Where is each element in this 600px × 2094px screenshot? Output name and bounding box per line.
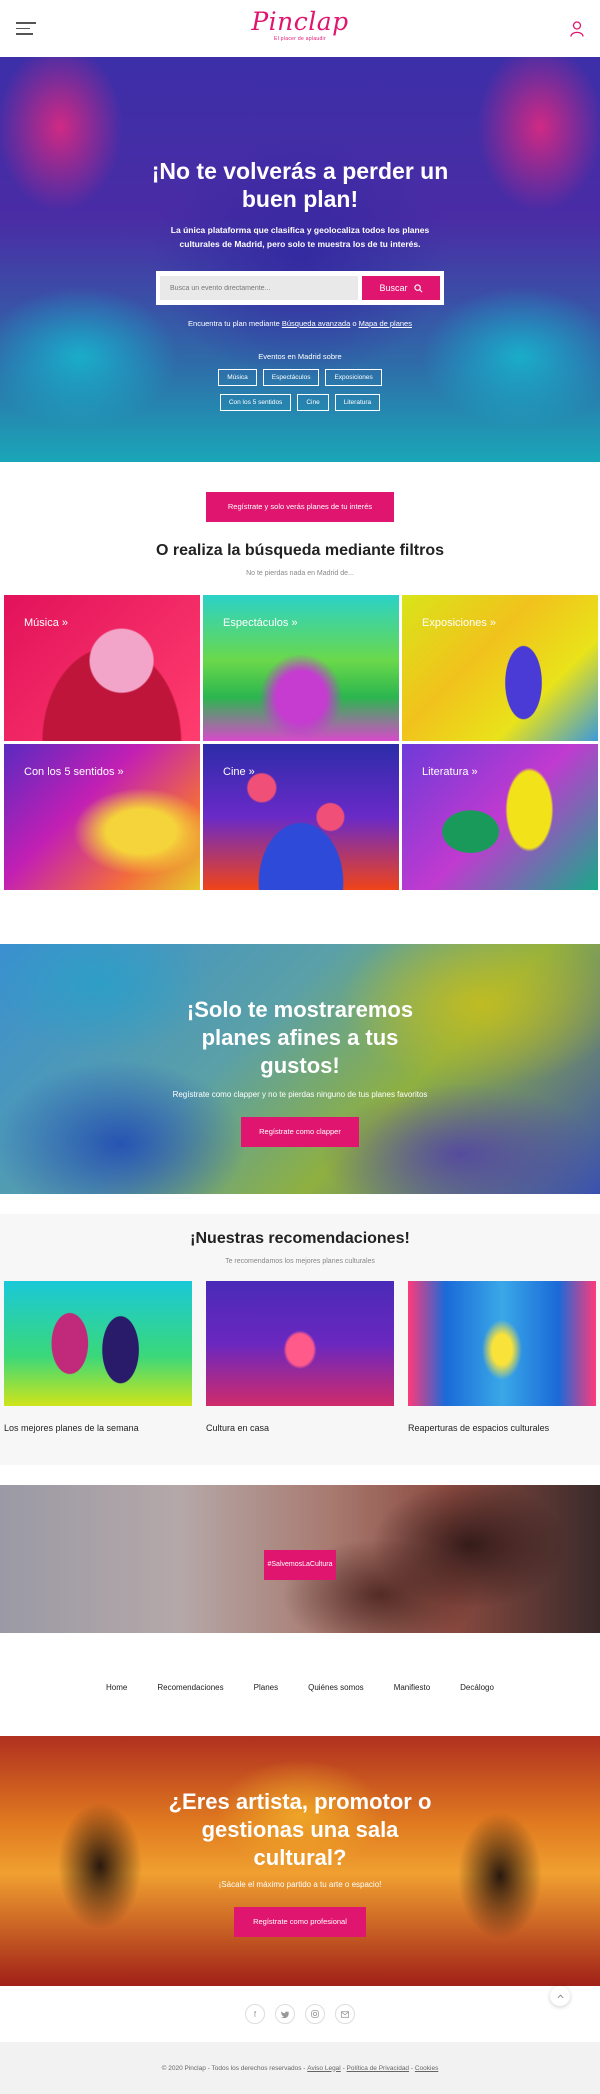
register-clapper-button[interactable]: Regístrate como clapper: [241, 1117, 359, 1147]
register-cta-wrap: Regístrate y solo verás planes de tu int…: [0, 462, 600, 522]
rec-card[interactable]: Cultura en casa: [206, 1281, 394, 1433]
tile-musica[interactable]: Música »: [4, 595, 200, 741]
hero-subtitle: La única plataforma que clasifica y geol…: [170, 225, 430, 249]
search-button[interactable]: Buscar: [362, 276, 440, 300]
tile-label: Con los 5 sentidos »: [24, 766, 124, 778]
search-button-label: Buscar: [379, 283, 408, 293]
rec-card[interactable]: Los mejores planes de la semana: [4, 1281, 192, 1433]
category-chips-row-2: Con los 5 sentidos Cine Literatura: [0, 394, 600, 411]
chip-cine[interactable]: Cine: [297, 394, 329, 411]
events-label: Eventos en Madrid sobre: [258, 352, 342, 361]
footer-nav-home[interactable]: Home: [106, 1683, 127, 1692]
chip-literatura[interactable]: Literatura: [334, 394, 381, 411]
recs-grid: Los mejores planes de la semana Cultura …: [0, 1281, 600, 1433]
rec-image: [408, 1281, 596, 1406]
logo-wordmark: Pinclap: [251, 7, 349, 36]
copyright-text: © 2020 Pinclap - Todos los derechos rese…: [161, 2064, 306, 2072]
chevron-up-icon[interactable]: [550, 1986, 570, 2006]
find-prefix: Encuentra tu plan mediante: [188, 319, 280, 328]
salvemos-button[interactable]: #SalvemosLaCultura: [264, 1550, 336, 1580]
menu-icon[interactable]: [16, 22, 36, 35]
chip-musica[interactable]: Música: [218, 369, 257, 386]
artist-section: ¿Eres artista, promotor o gestionas una …: [0, 1736, 600, 1986]
artist-subtitle: ¡Sácale el máximo partido a tu arte o es…: [218, 1880, 382, 1889]
promo-section: ¡Solo te mostraremos planes afines a tus…: [0, 944, 600, 1194]
privacy-link[interactable]: Política de Privacidad: [347, 2065, 410, 2072]
chip-exposiciones[interactable]: Exposiciones: [325, 369, 382, 386]
tile-exposiciones[interactable]: Exposiciones »: [402, 595, 598, 741]
search-icon: [413, 283, 422, 292]
filters-title: O realiza la búsqueda mediante filtros: [155, 542, 445, 559]
advanced-search-link[interactable]: Búsqueda avanzada: [282, 319, 350, 328]
site-header: Pinclap El placer de aplaudir: [0, 0, 600, 57]
tile-literatura[interactable]: Literatura »: [402, 744, 598, 890]
hero-find-line: Encuentra tu plan mediante Búsqueda avan…: [0, 319, 600, 328]
filters-subtitle: No te pierdas nada en Madrid de...: [246, 570, 354, 577]
hero-title: ¡No te volverás a perder un buen plan!: [151, 158, 449, 212]
salvemos-section: #SalvemosLaCultura: [0, 1485, 600, 1633]
footer-nav-recomendaciones[interactable]: Recomendaciones: [157, 1683, 223, 1692]
tile-label: Música »: [24, 617, 69, 629]
register-button[interactable]: Regístrate y solo verás planes de tu int…: [206, 492, 394, 522]
hero-section: ¡No te volverás a perder un buen plan! L…: [0, 57, 600, 462]
tile-label: Espectáculos »: [223, 617, 298, 629]
promo-title: ¡Solo te mostraremos planes afines a tus…: [186, 997, 414, 1078]
copyright-sep: -: [342, 2064, 345, 2072]
rec-image: [4, 1281, 192, 1406]
social-bar: f: [0, 1986, 600, 2042]
recommendations-section: ¡Nuestras recomendaciones! Te recomendam…: [0, 1214, 600, 1465]
footer-nav-manifiesto[interactable]: Manifiesto: [394, 1683, 430, 1692]
copyright-sep: -: [410, 2064, 414, 2072]
footer-nav-decalogo[interactable]: Decálogo: [460, 1683, 494, 1692]
rec-image: [206, 1281, 394, 1406]
recs-title: ¡Nuestras recomendaciones!: [190, 1230, 410, 1247]
category-chips-row-1: Música Espectáculos Exposiciones: [0, 369, 600, 386]
footer-nav-planes[interactable]: Planes: [254, 1683, 278, 1692]
footer-nav-quienes-somos[interactable]: Quiénes somos: [308, 1683, 364, 1692]
register-professional-button[interactable]: Regístrate como profesional: [234, 1907, 366, 1937]
user-icon[interactable]: [570, 20, 584, 37]
rec-card[interactable]: Reaperturas de espacios culturales: [408, 1281, 596, 1433]
email-icon[interactable]: [335, 2004, 355, 2024]
map-link[interactable]: Mapa de planes: [359, 319, 412, 328]
search-bar: Buscar: [156, 271, 444, 305]
promo-subtitle: Regístrate como clapper y no te pierdas …: [172, 1090, 428, 1099]
tile-cine[interactable]: Cine »: [203, 744, 399, 890]
rec-title: Reaperturas de espacios culturales: [408, 1423, 550, 1433]
cookies-link[interactable]: Cookies: [415, 2065, 438, 2072]
facebook-icon[interactable]: f: [245, 2004, 265, 2024]
footer-nav: Home Recomendaciones Planes Quiénes somo…: [0, 1683, 600, 1692]
tile-cinco-sentidos[interactable]: Con los 5 sentidos »: [4, 744, 200, 890]
copyright-bar: © 2020 Pinclap - Todos los derechos rese…: [0, 2042, 600, 2094]
category-grid: Música » Espectáculos » Exposiciones » C…: [0, 595, 600, 890]
tile-label: Exposiciones »: [422, 617, 496, 629]
tile-espectaculos[interactable]: Espectáculos »: [203, 595, 399, 741]
search-input[interactable]: [160, 276, 358, 300]
find-or: o: [352, 319, 357, 328]
legal-link[interactable]: Aviso Legal: [307, 2065, 341, 2072]
chip-espectaculos[interactable]: Espectáculos: [262, 369, 320, 386]
tile-label: Literatura »: [422, 766, 478, 778]
recs-subtitle: Te recomendamos los mejores planes cultu…: [225, 1258, 375, 1265]
chip-cinco-sentidos[interactable]: Con los 5 sentidos: [219, 394, 292, 411]
logo-tagline: El placer de aplaudir: [274, 36, 326, 42]
tile-label: Cine »: [223, 766, 255, 778]
rec-title: Cultura en casa: [206, 1423, 270, 1433]
artist-title: ¿Eres artista, promotor o gestionas una …: [168, 1789, 432, 1870]
instagram-icon[interactable]: [305, 2004, 325, 2024]
rec-title: Los mejores planes de la semana: [4, 1423, 139, 1433]
logo[interactable]: Pinclap El placer de aplaudir: [251, 7, 349, 43]
twitter-icon[interactable]: [275, 2004, 295, 2024]
